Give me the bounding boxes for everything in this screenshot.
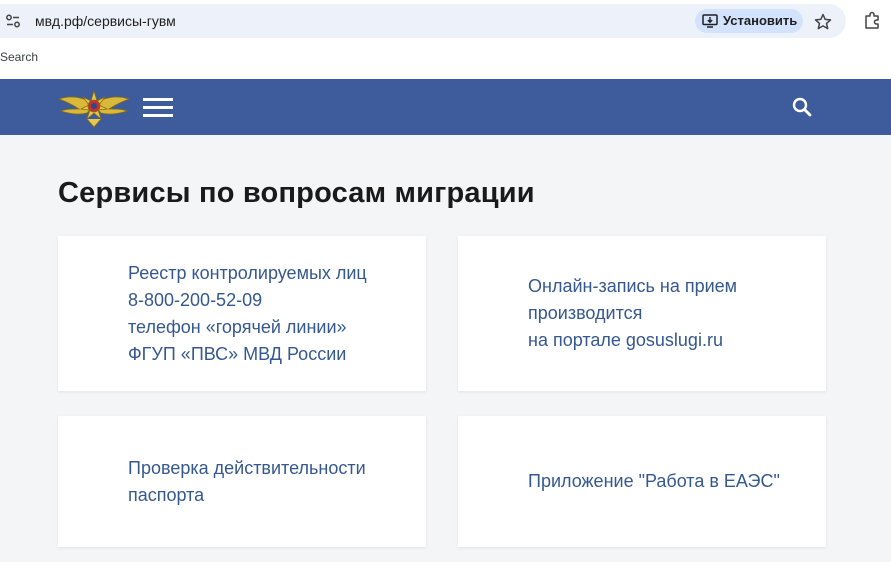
install-monitor-icon	[702, 14, 718, 28]
card-line: Проверка действительности	[128, 457, 366, 478]
site-info-icon[interactable]	[5, 13, 21, 29]
card-line: паспорта	[128, 484, 205, 505]
card-line: 8-800-200-52-09	[128, 289, 263, 310]
address-bar[interactable]: мвд.рф/сервисы-гувм Установить	[0, 4, 846, 38]
service-card-online-appointment[interactable]: Онлайн-запись на прием производится на п…	[458, 236, 826, 391]
card-text: Реестр контролируемых лиц 8-800-200-52-0…	[128, 260, 367, 368]
service-card-eaeu-app[interactable]: Приложение "Работа в ЕАЭС"	[458, 416, 826, 547]
page-title: Сервисы по вопросам миграции	[58, 177, 535, 209]
bookmark-star-icon[interactable]	[813, 12, 833, 32]
police-emblem-icon[interactable]	[57, 85, 131, 129]
card-text: Онлайн-запись на прием производится на п…	[528, 273, 737, 354]
card-line: ФГУП «ПВС» МВД России	[128, 343, 347, 364]
service-card-registry[interactable]: Реестр контролируемых лиц 8-800-200-52-0…	[58, 236, 426, 391]
card-line: Реестр контролируемых лиц	[128, 262, 367, 283]
url-text[interactable]: мвд.рф/сервисы-гувм	[35, 13, 176, 29]
install-app-button[interactable]: Установить	[695, 9, 803, 33]
search-hint-text: Search	[0, 50, 39, 64]
card-line: Приложение "Работа в ЕАЭС"	[528, 471, 780, 491]
site-header	[0, 79, 891, 135]
card-text: Проверка действительности паспорта	[128, 455, 366, 509]
install-label: Установить	[723, 13, 798, 28]
main-content: Сервисы по вопросам миграции Реестр конт…	[0, 135, 891, 562]
card-text: Приложение "Работа в ЕАЭС"	[528, 468, 780, 495]
card-line: на портале gosuslugi.ru	[528, 330, 723, 350]
search-icon[interactable]	[791, 96, 813, 118]
hamburger-menu-icon[interactable]	[140, 95, 176, 119]
service-card-passport-check[interactable]: Проверка действительности паспорта	[58, 416, 426, 547]
card-line: телефон «горячей линии»	[128, 316, 347, 337]
card-line: Онлайн-запись на прием	[528, 276, 738, 296]
browser-toolbar: мвд.рф/сервисы-гувм Установить	[0, 0, 891, 42]
extensions-puzzle-icon[interactable]	[863, 10, 883, 30]
card-line: производится	[528, 303, 643, 323]
